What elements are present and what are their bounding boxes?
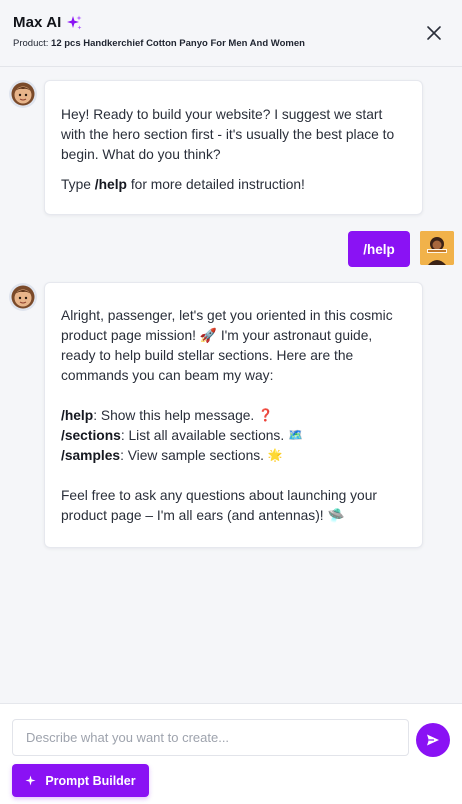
close-icon[interactable] [425, 24, 443, 42]
command-desc: : View sample sections. [120, 448, 264, 463]
product-info: Product: 12 pcs Handkerchief Cotton Pany… [13, 38, 305, 49]
command-desc: : Show this help message. [93, 408, 255, 423]
command-item: /samples: View sample sections. 🌟 [61, 446, 406, 466]
question-mark-icon: ❓ [258, 408, 274, 422]
user-avatar [420, 231, 454, 265]
command-item: /help: Show this help message. ❓ [61, 406, 406, 426]
user-message: /help [348, 231, 410, 267]
product-name: 12 pcs Handkerchief Cotton Panyo For Men… [51, 38, 305, 49]
send-icon [427, 734, 439, 746]
product-label: Product: [13, 38, 49, 49]
user-avatar-image [420, 231, 454, 265]
map-icon: 🗺️ [288, 428, 303, 442]
bot-avatar [9, 80, 37, 108]
command-name: /sections [61, 428, 121, 443]
sparkle-icon [67, 15, 82, 29]
hint-suffix: for more detailed instruction! [130, 177, 305, 192]
bot-avatar [9, 283, 37, 311]
title-row: Max AI [13, 14, 82, 31]
command-item: /sections: List all available sections. … [61, 426, 406, 446]
bot-message-help-hint: Type /help for more detailed instruction… [61, 175, 406, 195]
chat-panel: Max AI Product: 12 pcs Handkerchief Cott… [0, 0, 462, 804]
composer: Prompt Builder [0, 703, 462, 804]
send-button[interactable] [416, 723, 450, 757]
hint-command: /help [94, 177, 127, 192]
chat-header: Max AI Product: 12 pcs Handkerchief Cott… [0, 0, 462, 67]
prompt-input[interactable] [12, 719, 409, 756]
prompt-builder-label: Prompt Builder [45, 773, 136, 788]
astronaut-avatar-icon [9, 80, 37, 108]
bot-message: Hey! Ready to build your website? I sugg… [44, 80, 423, 215]
command-name: /help [61, 408, 94, 423]
astronaut-avatar-icon [9, 283, 37, 311]
bot-message-intro: Alright, passenger, let's get you orient… [61, 308, 393, 383]
bot-message-text: Hey! Ready to build your website? I sugg… [61, 107, 395, 162]
star-icon: 🌟 [267, 448, 283, 462]
app-title: Max AI [13, 14, 62, 31]
sparkle-icon [25, 775, 36, 786]
bot-message-outro: Feel free to ask any questions about lau… [61, 488, 377, 523]
command-desc: : List all available sections. [120, 428, 285, 443]
hint-prefix: Type [61, 177, 91, 192]
bot-message: Alright, passenger, let's get you orient… [44, 282, 423, 548]
prompt-builder-button[interactable]: Prompt Builder [12, 764, 149, 797]
command-name: /samples [61, 448, 121, 463]
